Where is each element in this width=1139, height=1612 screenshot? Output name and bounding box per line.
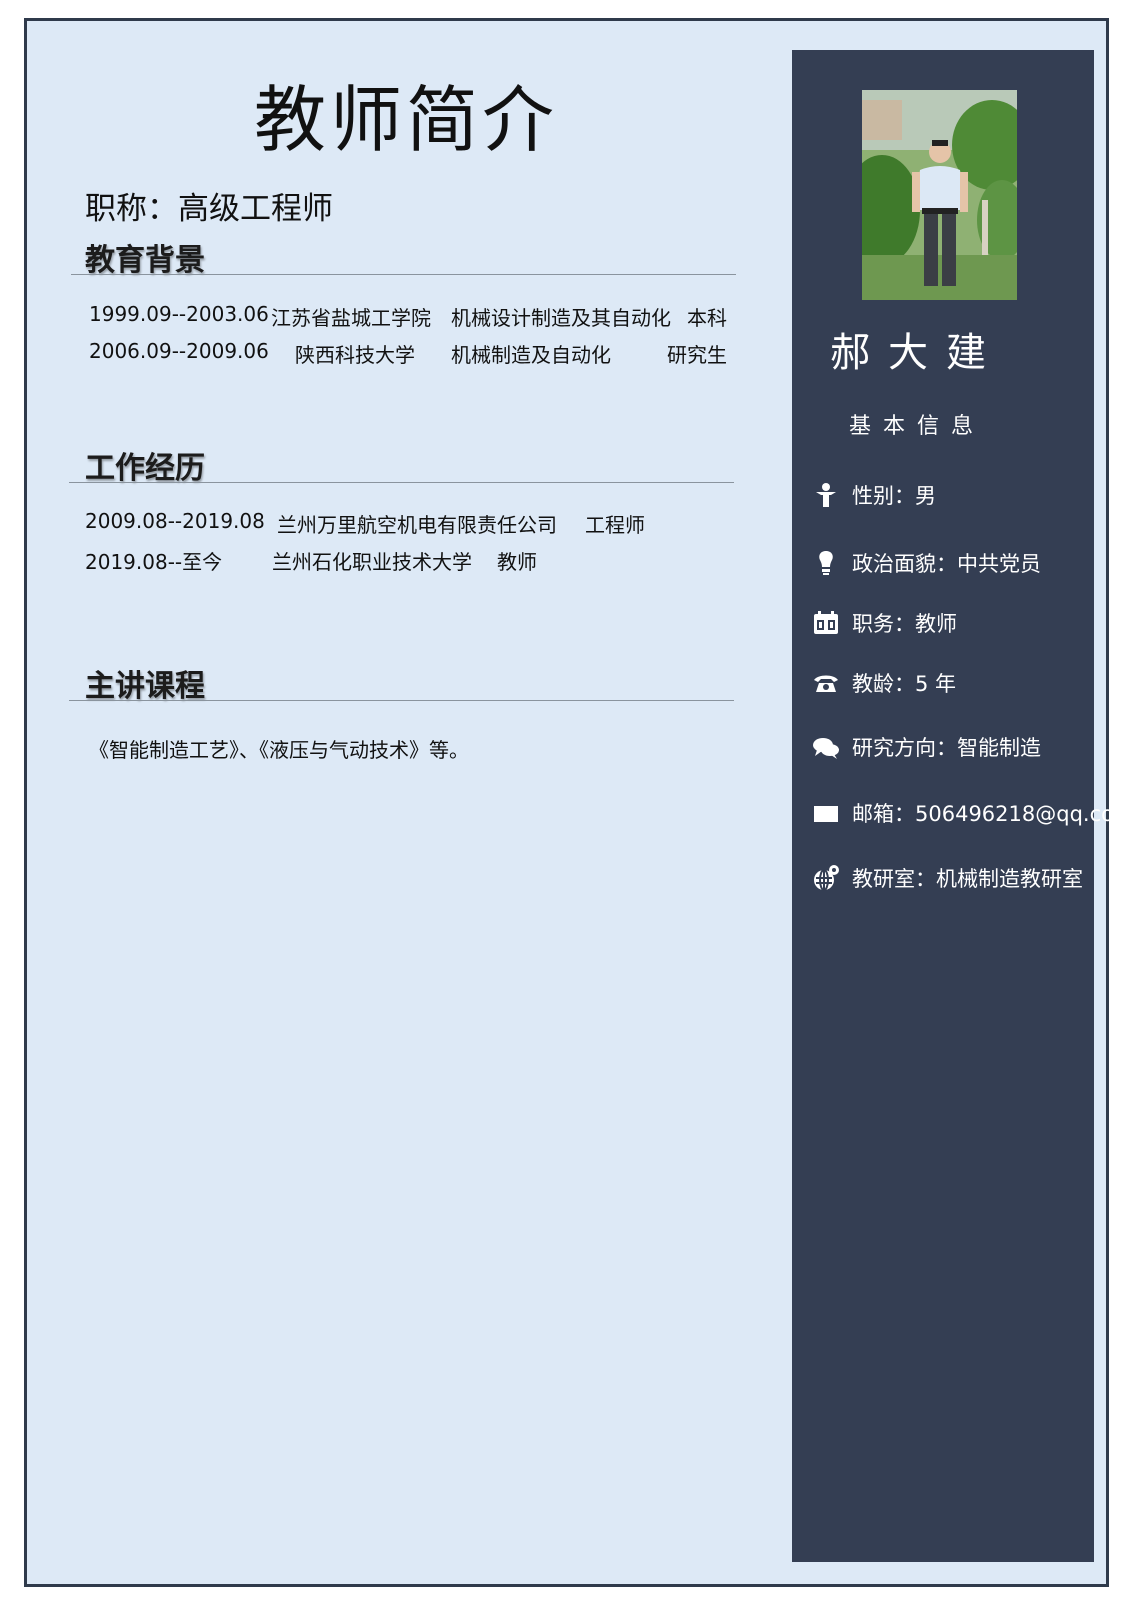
info-email: 邮箱：506496218@qq.com bbox=[812, 798, 1134, 828]
info-political-status: 政治面貌：中共党员 bbox=[812, 548, 1041, 578]
education-divider bbox=[71, 274, 736, 275]
sidebar: 郝大建 基本信息 性别：男 政治面貌：中共党员 职务：教师 教龄：5 年 研究方… bbox=[792, 50, 1134, 1562]
globe-icon bbox=[812, 864, 842, 892]
page-title: 教师简介 bbox=[253, 78, 558, 162]
lightbulb-icon bbox=[812, 549, 842, 577]
info-text: 职务：教师 bbox=[852, 612, 957, 636]
work-row: 2009.08--2019.08 兰州万里航空机电有限责任公司 工程师 bbox=[85, 509, 725, 537]
info-research: 研究方向：智能制造 bbox=[812, 732, 1041, 762]
job-title: 职称：高级工程师 bbox=[85, 191, 333, 227]
calendar-icon bbox=[812, 609, 842, 637]
info-text: 研究方向：智能制造 bbox=[852, 736, 1041, 760]
info-position: 职务：教师 bbox=[812, 608, 957, 638]
profile-photo bbox=[862, 90, 1017, 300]
info-text: 政治面貌：中共党员 bbox=[852, 552, 1041, 576]
info-text: 教龄：5 年 bbox=[852, 672, 957, 696]
info-text: 教研室：机械制造教研室 bbox=[852, 867, 1083, 891]
person-name: 郝大建 bbox=[830, 330, 1004, 376]
work-heading: 工作经历 bbox=[85, 451, 205, 486]
education-row: 2006.09--2009.06 陕西科技大学 机械制造及自动化 研究生 bbox=[89, 339, 749, 367]
work-company: 兰州石化职业技术大学 bbox=[272, 550, 472, 574]
education-major: 机械设计制造及其自动化 bbox=[451, 306, 671, 330]
education-period: 2006.09--2009.06 bbox=[89, 339, 269, 363]
education-degree: 本科 bbox=[687, 306, 727, 330]
courses-heading: 主讲课程 bbox=[85, 669, 205, 704]
education-major: 机械制造及自动化 bbox=[451, 343, 611, 367]
info-gender: 性别：男 bbox=[812, 480, 936, 510]
work-period: 2009.08--2019.08 bbox=[85, 509, 265, 533]
resume-page: 教师简介 职称：高级工程师 教育背景 1999.09--2003.06 江苏省盐… bbox=[24, 18, 1134, 1587]
profile-photo-image bbox=[862, 90, 1017, 300]
work-role: 教师 bbox=[497, 550, 537, 574]
info-office: 教研室：机械制造教研室 bbox=[812, 863, 1083, 893]
chat-bubble-icon bbox=[812, 733, 842, 761]
education-heading: 教育背景 bbox=[85, 243, 205, 278]
info-text: 性别：男 bbox=[852, 484, 936, 508]
work-row: 2019.08--至今 兰州石化职业技术大学 教师 bbox=[85, 546, 725, 574]
basic-info-heading: 基本信息 bbox=[848, 414, 985, 439]
education-degree: 研究生 bbox=[667, 343, 727, 367]
work-period: 2019.08--至今 bbox=[85, 550, 223, 574]
work-role: 工程师 bbox=[585, 513, 645, 537]
courses-divider bbox=[69, 700, 734, 701]
courses-text: 《智能制造工艺》、《液压与气动技术》等。 bbox=[89, 738, 469, 762]
person-icon bbox=[812, 481, 842, 509]
education-school: 陕西科技大学 bbox=[295, 343, 415, 367]
envelope-icon bbox=[812, 799, 842, 827]
education-row: 1999.09--2003.06 江苏省盐城工学院 机械设计制造及其自动化 本科 bbox=[89, 302, 749, 330]
education-school: 江苏省盐城工学院 bbox=[271, 306, 431, 330]
info-text: 邮箱：506496218@qq.com bbox=[852, 802, 1135, 826]
telephone-icon bbox=[812, 669, 842, 697]
work-company: 兰州万里航空机电有限责任公司 bbox=[277, 513, 557, 537]
info-teaching-years: 教龄：5 年 bbox=[812, 668, 956, 698]
education-period: 1999.09--2003.06 bbox=[89, 302, 269, 326]
work-divider bbox=[69, 482, 734, 483]
